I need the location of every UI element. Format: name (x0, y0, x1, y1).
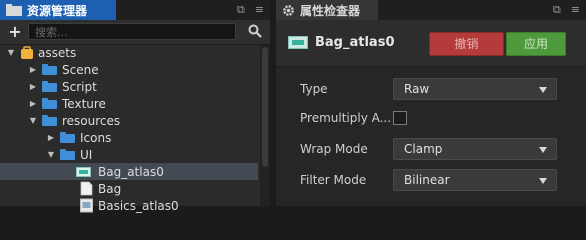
inspector-header: Bag_atlas0 撤销 应用 (276, 20, 586, 67)
popout-icon[interactable]: ⧉ (553, 3, 561, 17)
search-icon[interactable] (248, 24, 262, 38)
folder-icon (60, 132, 75, 143)
prop-label: Premultiply A... (300, 111, 392, 125)
apply-button[interactable]: 应用 (506, 32, 566, 56)
tree-item-script[interactable]: ▶ Script (0, 78, 258, 95)
inspector-panel: 属性检查器 ⧉ ≡ Bag_atlas0 撤销 应用 Type Raw Prem… (276, 0, 586, 206)
prop-filter-mode: Filter Mode Bilinear (276, 169, 586, 193)
tree-item-label: Bag_atlas0 (98, 164, 164, 179)
atlas-icon (288, 36, 308, 49)
assets-scrollbar[interactable] (260, 45, 270, 206)
prop-premultiply-alpha: Premultiply A... (276, 109, 586, 133)
prop-type: Type Raw (276, 78, 586, 102)
tree-item-label: Basics_atlas0 (98, 198, 179, 213)
assets-tab[interactable]: 资源管理器 (0, 0, 116, 20)
tree-item-label: Icons (80, 130, 112, 145)
gear-icon (283, 4, 294, 16)
dropdown-value: Clamp (404, 142, 443, 156)
expanded-arrow-icon[interactable]: ▼ (46, 150, 56, 159)
caret-down-icon (539, 178, 547, 184)
prop-label: Type (300, 82, 328, 96)
filter-mode-dropdown[interactable]: Bilinear (393, 169, 557, 191)
tree-item-texture[interactable]: ▶ Texture (0, 95, 258, 112)
tree-item-resources[interactable]: ▼ resources (0, 112, 258, 129)
menu-icon[interactable]: ≡ (571, 3, 580, 17)
menu-icon[interactable]: ≡ (255, 3, 264, 17)
tree-item-label: Texture (62, 96, 106, 111)
file-icon (80, 181, 93, 196)
assets-panel: 资源管理器 ⧉ ≡ + 搜索... ▼ assets ▶ Scene ▶ Scr… (0, 0, 270, 213)
tree-item-icons[interactable]: ▶ Icons (0, 129, 258, 146)
collapsed-arrow-icon[interactable]: ▶ (28, 82, 38, 91)
collapsed-arrow-icon[interactable]: ▶ (46, 133, 56, 142)
atlas-icon (76, 166, 91, 177)
atlas-icon (80, 198, 93, 213)
revert-button[interactable]: 撤销 (429, 32, 504, 56)
assets-tabbar: 资源管理器 ⧉ ≡ (0, 0, 270, 20)
tree-item-scene[interactable]: ▶ Scene (0, 61, 258, 78)
inspector-tab[interactable]: 属性检查器 (276, 0, 378, 20)
tree-item-bag-atlas0[interactable]: Bag_atlas0 (0, 163, 258, 180)
prop-label: Wrap Mode (300, 142, 368, 156)
assets-tab-label: 资源管理器 (27, 3, 88, 18)
tree-item-assets[interactable]: ▼ assets (0, 44, 258, 61)
inspector-tabbar: 属性检查器 ⧉ ≡ (276, 0, 586, 20)
dropdown-value: Bilinear (404, 173, 450, 187)
asset-tree: ▼ assets ▶ Scene ▶ Script ▶ Texture ▼ re… (0, 44, 270, 213)
assets-toolbar: + 搜索... (0, 20, 270, 45)
folder-icon (42, 64, 57, 75)
premultiply-alpha-checkbox[interactable] (393, 111, 407, 125)
folder-icon (42, 81, 57, 92)
tree-item-label: resources (62, 113, 121, 128)
tree-item-label: Bag (98, 181, 122, 196)
add-asset-button[interactable]: + (8, 23, 22, 41)
asset-name: Bag_atlas0 (315, 35, 395, 50)
popout-icon[interactable]: ⧉ (237, 3, 245, 17)
tree-item-label: Scene (62, 62, 99, 77)
collapsed-arrow-icon[interactable]: ▶ (28, 99, 38, 108)
search-input[interactable]: 搜索... (28, 23, 236, 40)
scrollbar-thumb[interactable] (262, 47, 268, 167)
expanded-arrow-icon[interactable]: ▼ (6, 48, 16, 57)
tree-item-label: assets (38, 45, 77, 60)
dropdown-value: Raw (404, 82, 430, 96)
prop-wrap-mode: Wrap Mode Clamp (276, 138, 586, 162)
folder-icon (6, 4, 22, 16)
expanded-arrow-icon[interactable]: ▼ (28, 116, 38, 125)
collapsed-arrow-icon[interactable]: ▶ (28, 65, 38, 74)
caret-down-icon (539, 147, 547, 153)
folder-icon (60, 149, 75, 160)
tree-item-bag[interactable]: Bag (0, 180, 258, 197)
inspector-tab-label: 属性检查器 (300, 3, 361, 18)
assets-root-icon (21, 45, 33, 59)
tree-item-ui[interactable]: ▼ UI (0, 146, 258, 163)
tree-item-label: Script (62, 79, 97, 94)
type-dropdown[interactable]: Raw (393, 78, 557, 100)
folder-icon (42, 98, 57, 109)
folder-icon (42, 115, 57, 126)
caret-down-icon (539, 87, 547, 93)
wrap-mode-dropdown[interactable]: Clamp (393, 138, 557, 160)
prop-label: Filter Mode (300, 173, 367, 187)
tree-item-basics-atlas0[interactable]: Basics_atlas0 (0, 197, 258, 214)
tree-item-label: UI (80, 147, 93, 162)
